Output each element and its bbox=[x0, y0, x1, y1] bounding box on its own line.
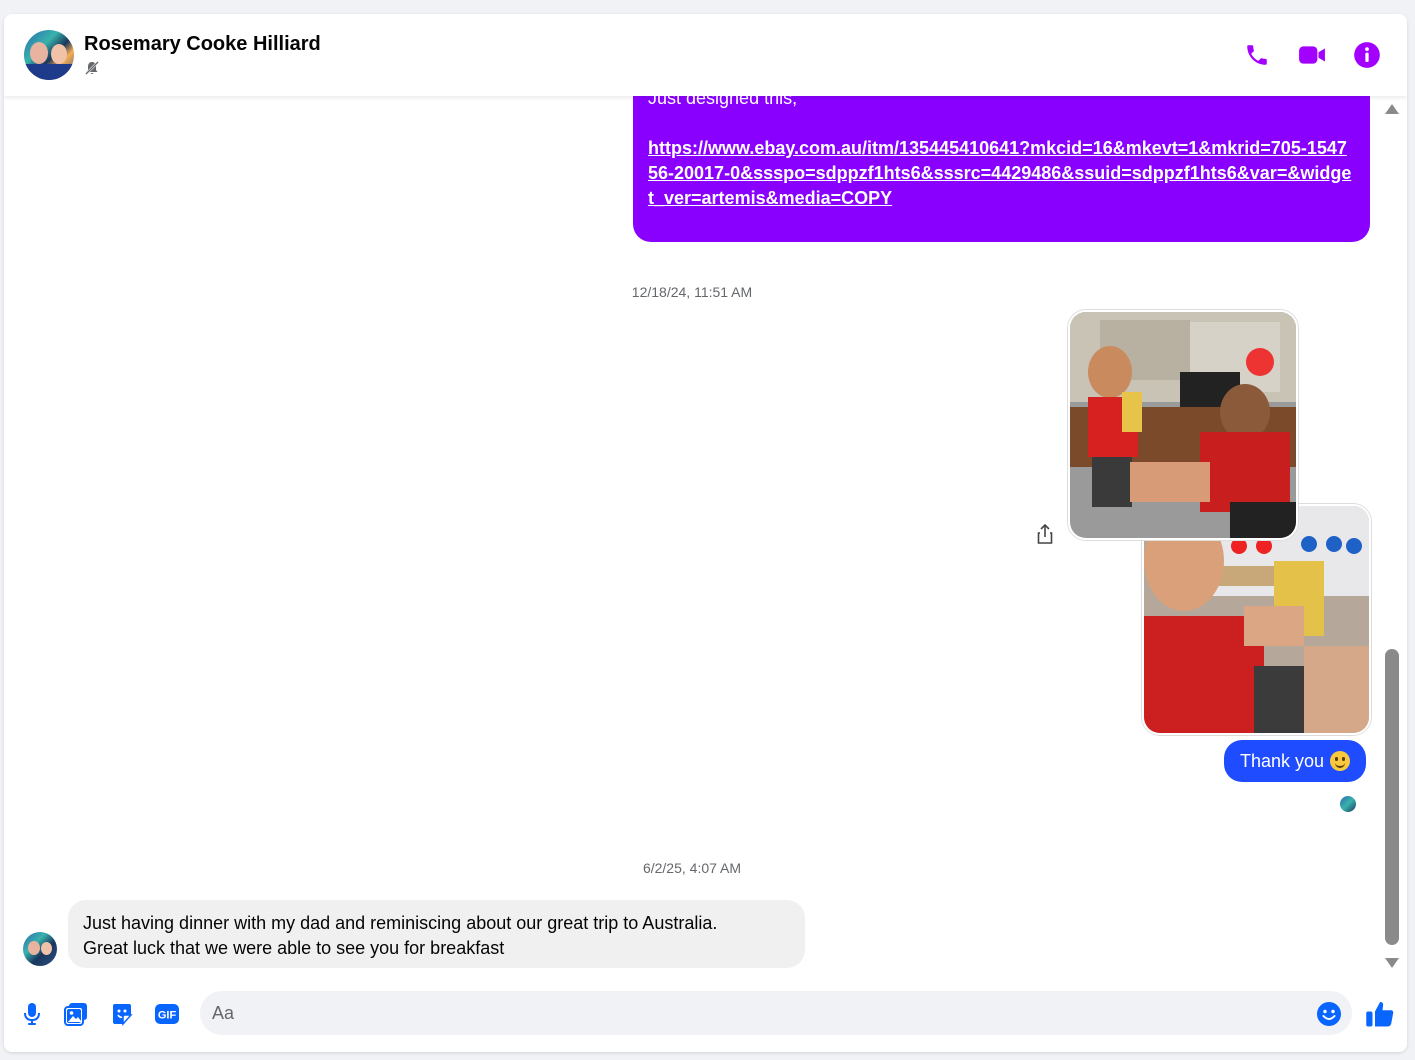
scroll-up-arrow[interactable] bbox=[1385, 104, 1399, 114]
message-text: Just designed this, bbox=[648, 96, 798, 108]
sender-avatar[interactable] bbox=[23, 932, 57, 966]
audio-call-button[interactable] bbox=[1242, 40, 1272, 70]
sticker-button[interactable] bbox=[109, 1001, 135, 1027]
share-button[interactable] bbox=[1036, 523, 1054, 544]
emoji-picker-button[interactable] bbox=[1316, 1001, 1342, 1027]
thumbs-up-icon bbox=[1366, 1002, 1394, 1027]
received-message[interactable]: Just having dinner with my dad and remin… bbox=[68, 900, 805, 968]
message-timestamp: 12/18/24, 11:51 AM bbox=[631, 284, 753, 300]
smiley-icon bbox=[1317, 1002, 1341, 1026]
sent-link-message[interactable]: Just designed this, https://www.ebay.com… bbox=[633, 96, 1370, 242]
sent-thanks-message[interactable]: Thank you bbox=[1224, 740, 1367, 782]
sticker-icon bbox=[113, 1004, 133, 1026]
muted-bell-icon bbox=[85, 61, 99, 75]
attach-photo-button[interactable] bbox=[63, 1001, 89, 1027]
photo-gallery-icon bbox=[64, 1003, 87, 1026]
info-icon bbox=[1354, 42, 1380, 68]
photo-image bbox=[1070, 312, 1296, 538]
gif-icon: GIF bbox=[155, 1004, 179, 1024]
sent-photo-1[interactable] bbox=[1068, 310, 1298, 540]
message-thread[interactable]: Just designed this, https://www.ebay.com… bbox=[4, 96, 1384, 976]
video-camera-icon bbox=[1299, 46, 1325, 64]
message-timestamp: 6/2/25, 4:07 AM bbox=[642, 860, 742, 876]
smile-emoji-icon bbox=[1330, 751, 1351, 771]
share-icon bbox=[1037, 523, 1053, 544]
phone-icon bbox=[1247, 45, 1267, 65]
seen-receipt-avatar bbox=[1340, 796, 1356, 812]
conversation-info-button[interactable] bbox=[1352, 40, 1382, 70]
message-line: Just having dinner with my dad and remin… bbox=[83, 913, 718, 933]
conversation-header: Rosemary Cooke Hilliard bbox=[4, 14, 1407, 96]
message-composer: GIF bbox=[4, 976, 1407, 1052]
message-line: Great luck that we were able to see you … bbox=[83, 938, 505, 958]
scroll-down-arrow[interactable] bbox=[1385, 958, 1399, 968]
voice-clip-button[interactable] bbox=[19, 1001, 45, 1027]
ebay-link[interactable]: https://www.ebay.com.au/itm/135445410641… bbox=[648, 138, 1351, 208]
svg-text:GIF: GIF bbox=[158, 1010, 177, 1022]
contact-name[interactable]: Rosemary Cooke Hilliard bbox=[84, 33, 321, 56]
microphone-icon bbox=[24, 1003, 40, 1025]
video-call-button[interactable] bbox=[1297, 40, 1327, 70]
messenger-window: Rosemary Cooke Hilliard Just designed th… bbox=[4, 14, 1407, 1052]
send-like-button[interactable] bbox=[1365, 999, 1395, 1029]
contact-avatar[interactable] bbox=[24, 30, 74, 80]
photo-image bbox=[1144, 506, 1369, 733]
scrollbar-thumb[interactable] bbox=[1385, 649, 1399, 945]
gif-button[interactable]: GIF bbox=[154, 1001, 180, 1027]
message-input[interactable] bbox=[200, 991, 1352, 1035]
message-text: Thank you bbox=[1240, 750, 1325, 771]
